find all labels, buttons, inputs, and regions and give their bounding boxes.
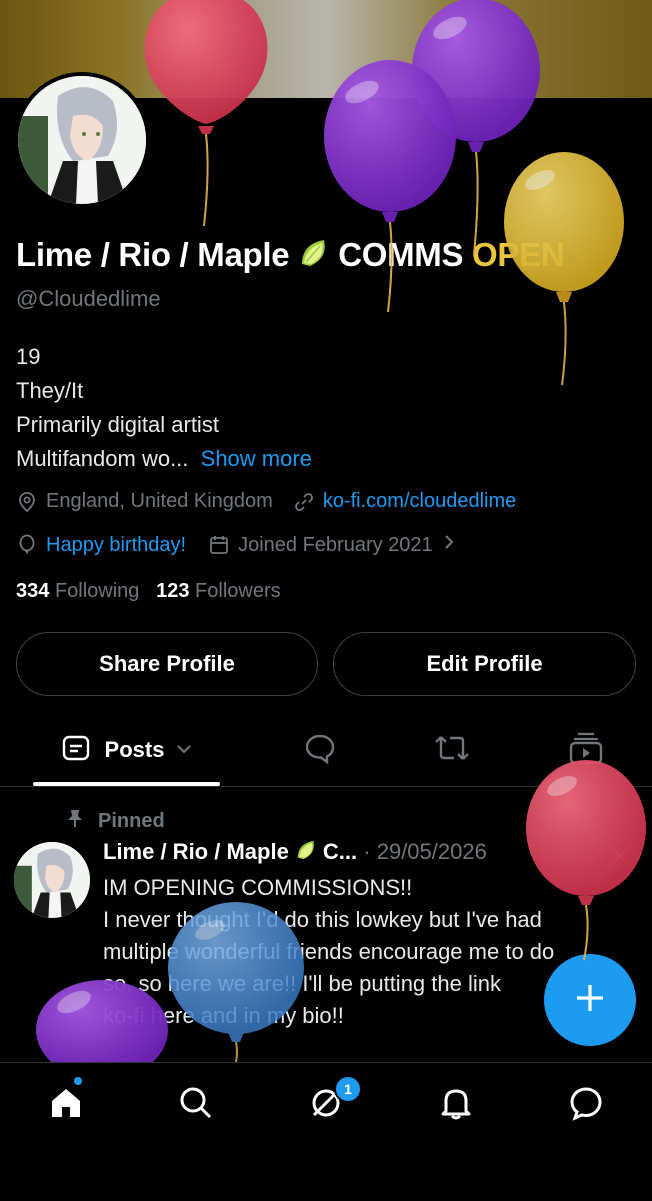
balloon-icon bbox=[16, 534, 38, 556]
tab-media[interactable] bbox=[556, 716, 616, 784]
profile-avatar[interactable] bbox=[14, 72, 150, 208]
bio-line: They/It bbox=[16, 378, 84, 403]
notifications-icon[interactable] bbox=[436, 1083, 476, 1123]
location-icon bbox=[16, 491, 38, 513]
link-icon bbox=[293, 491, 315, 513]
chevron-down-icon bbox=[176, 741, 192, 759]
profile-handle: @Cloudedlime bbox=[16, 286, 161, 311]
replies-icon bbox=[303, 731, 337, 770]
show-more-link[interactable]: Show more bbox=[201, 446, 312, 471]
edit-profile-button[interactable]: Edit Profile bbox=[333, 632, 636, 696]
tab-reposts[interactable] bbox=[422, 716, 482, 784]
search-icon[interactable] bbox=[176, 1083, 216, 1123]
pinned-indicator: Pinned bbox=[66, 808, 165, 834]
joined-text: Joined February 2021 bbox=[238, 533, 433, 556]
website-link[interactable]: ko-fi.com/cloudedlime bbox=[323, 490, 516, 513]
share-profile-button[interactable]: Share Profile bbox=[16, 632, 318, 696]
followers-link[interactable]: 123 Followers bbox=[156, 580, 281, 602]
display-name-open: OPEN bbox=[472, 236, 565, 273]
post-header: Lime / Rio / Maple C... · 29/05/2026 bbox=[103, 838, 487, 868]
follow-counts: 334 Following 123 Followers bbox=[16, 580, 281, 603]
plus-icon bbox=[573, 981, 607, 1020]
profile-meta-row: Happy birthday! Joined February 2021 bbox=[16, 533, 455, 557]
display-name-text: Lime / Rio / Maple bbox=[16, 236, 299, 273]
profile-bio: 19 They/It Primarily digital artist Mult… bbox=[16, 340, 312, 476]
bottom-nav: 1 bbox=[0, 1062, 652, 1201]
bio-line: Primarily digital artist bbox=[16, 412, 219, 437]
tab-posts-label: Posts bbox=[104, 737, 165, 762]
home-icon[interactable] bbox=[46, 1083, 86, 1123]
post-date: · 29/05/2026 bbox=[363, 838, 487, 864]
display-name: Lime / Rio / Maple COMMS OPEN bbox=[16, 236, 565, 278]
lime-emoji-icon bbox=[298, 236, 332, 278]
birthday-link[interactable]: Happy birthday! bbox=[46, 534, 186, 557]
tab-posts[interactable]: Posts bbox=[33, 716, 220, 784]
post-author-name[interactable]: Lime / Rio / Maple bbox=[103, 839, 295, 864]
home-notification-dot bbox=[74, 1077, 82, 1085]
grok-badge: 1 bbox=[334, 1075, 362, 1103]
post-line: I never thought I'd do this lowkey but I… bbox=[103, 907, 542, 932]
post-line: IM OPENING COMMISSIONS!! bbox=[103, 875, 413, 900]
followers-count: 123 bbox=[156, 580, 190, 602]
profile-tabs: Posts bbox=[0, 716, 652, 787]
profile-meta-row: England, United Kingdom ko-fi.com/cloude… bbox=[16, 490, 516, 513]
posts-icon bbox=[61, 733, 91, 768]
x-logo-icon bbox=[606, 842, 634, 875]
media-icon bbox=[568, 730, 604, 771]
avatar-image bbox=[18, 76, 146, 204]
lime-emoji-icon bbox=[295, 838, 319, 868]
active-tab-indicator bbox=[33, 782, 220, 786]
followers-label: Followers bbox=[195, 580, 281, 602]
pinned-label: Pinned bbox=[98, 809, 165, 832]
display-name-comms: COMMS bbox=[338, 236, 473, 273]
post-author-trunc: C... bbox=[322, 838, 358, 864]
following-label: Following bbox=[54, 580, 140, 602]
compose-post-button[interactable] bbox=[544, 954, 636, 1046]
post-author-avatar[interactable] bbox=[14, 842, 90, 918]
following-count: 334 bbox=[16, 580, 50, 602]
bio-line: 19 bbox=[16, 344, 41, 369]
calendar-icon bbox=[208, 534, 230, 556]
following-link[interactable]: 334 Following bbox=[16, 580, 139, 602]
chevron-right-icon[interactable] bbox=[443, 533, 455, 557]
bio-line: Multifandom wo... bbox=[16, 446, 189, 471]
messages-icon[interactable] bbox=[566, 1083, 606, 1123]
tab-replies[interactable] bbox=[290, 716, 350, 784]
location-text: England, United Kingdom bbox=[46, 490, 273, 512]
reposts-icon bbox=[433, 731, 471, 770]
pin-icon bbox=[66, 808, 84, 834]
